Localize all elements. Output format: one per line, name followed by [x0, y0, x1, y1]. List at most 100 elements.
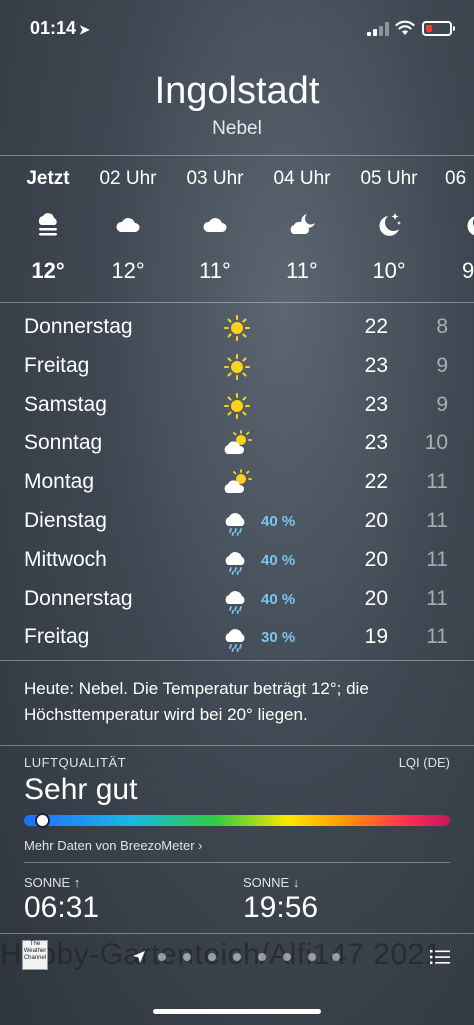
precip-chance: 30 %: [261, 629, 296, 646]
hour-temp: 11°: [199, 258, 231, 283]
wifi-icon: [395, 20, 415, 35]
high-temp: 23: [364, 393, 388, 416]
battery-icon: [422, 21, 455, 36]
status-time-text: 01:14: [30, 18, 77, 38]
divider: [0, 933, 474, 934]
hour-label: 02 Uhr: [99, 168, 157, 189]
cloud-icon: [88, 210, 168, 240]
low-temp: 11: [426, 587, 448, 610]
divider: [24, 862, 450, 863]
page-dot: [208, 953, 216, 961]
partly-cloudy-icon: [223, 430, 252, 455]
high-temp: 22: [364, 315, 388, 338]
air-quality-label: LUFTQUALITÄT: [24, 755, 127, 770]
air-quality-value: Sehr gut: [24, 773, 138, 806]
page-dot: [308, 953, 316, 961]
daily-row: Mittwoch 40 % 20 11: [24, 542, 454, 580]
rain-icon: [224, 590, 246, 614]
city-name: Ingolstadt: [154, 70, 320, 112]
daily-row: Donnerstag 22 8: [24, 309, 454, 347]
day-name: Freitag: [24, 625, 90, 648]
cloud-moon-icon: [262, 210, 342, 240]
hour-temp: 12°: [31, 258, 65, 283]
low-temp: 11: [426, 625, 448, 648]
low-temp: 11: [426, 548, 448, 571]
day-name: Donnerstag: [24, 315, 133, 338]
day-name: Donnerstag: [24, 587, 133, 610]
daily-row: Freitag 23 9: [24, 348, 454, 386]
high-temp: 23: [364, 354, 388, 377]
cellular-signal-icon: [367, 22, 389, 36]
list-icon[interactable]: [430, 950, 450, 964]
sun-icon: [224, 354, 250, 380]
hour-temp: 12°: [111, 258, 145, 283]
precip-chance: 40 %: [261, 513, 296, 530]
location-arrow-icon: ➤: [79, 22, 90, 37]
page-dot: [332, 953, 340, 961]
high-temp: 20: [364, 509, 388, 532]
location-arrow-icon: [133, 951, 145, 963]
moon-icon: [436, 210, 474, 240]
page-dot: [233, 953, 241, 961]
low-temp: 10: [424, 431, 448, 454]
weather-channel-logo[interactable]: The Weather Channel: [22, 940, 48, 970]
divider: [0, 660, 474, 661]
partly-cloudy-icon: [223, 469, 252, 494]
hour-label: 03 Uhr: [186, 168, 244, 189]
home-indicator[interactable]: [153, 1009, 321, 1014]
hour-temp: 10°: [372, 258, 406, 283]
hour-label: Jetzt: [26, 168, 70, 189]
rain-icon: [224, 551, 246, 575]
daily-row: Sonntag 23 10: [24, 425, 454, 463]
day-name: Sonntag: [24, 431, 103, 454]
low-temp: 9: [436, 354, 448, 377]
sunrise-label: SONNE ↑: [24, 875, 81, 890]
status-time: 01:14 ➤: [30, 18, 90, 39]
daily-row: Dienstag 40 % 20 11: [24, 503, 454, 541]
hour-item: 02 Uhr 12°: [88, 168, 168, 284]
hour-temp: 11°: [286, 258, 318, 283]
hour-temp: 9: [462, 258, 474, 283]
day-name: Freitag: [24, 354, 90, 377]
high-temp: 19: [364, 625, 388, 648]
page-dot: [158, 953, 166, 961]
hour-item: 04 Uhr 11°: [262, 168, 342, 284]
low-temp: 11: [426, 470, 448, 493]
sun-icon: [224, 393, 250, 419]
daily-row: Montag 22 11: [24, 464, 454, 502]
hour-item: Jetzt 12°: [8, 168, 88, 284]
day-name: Montag: [24, 470, 95, 493]
divider: [0, 302, 474, 303]
page-dot: [283, 953, 291, 961]
cloud-icon: [175, 210, 255, 240]
high-temp: 22: [364, 470, 388, 493]
hour-label: 06: [445, 168, 467, 189]
divider: [0, 155, 474, 156]
sun-icon: [224, 315, 250, 341]
hour-item: 03 Uhr 11°: [175, 168, 255, 284]
sunset-label: SONNE ↓: [243, 875, 300, 890]
sunrise-time: 06:31: [24, 891, 100, 924]
rain-icon: [224, 512, 246, 536]
fog-icon: [8, 210, 88, 240]
precip-chance: 40 %: [261, 552, 296, 569]
page-dot: [183, 953, 191, 961]
hour-item: 05 Uhr 10°: [349, 168, 429, 284]
daily-row: Samstag 23 9: [24, 387, 454, 425]
day-name: Samstag: [24, 393, 107, 416]
rain-icon: [224, 628, 246, 652]
high-temp: 20: [364, 587, 388, 610]
daily-row: Donnerstag 40 % 20 11: [24, 581, 454, 619]
weather-summary: Heute: Nebel. Die Temperatur beträgt 12°…: [24, 679, 369, 724]
air-quality-index-name: LQI (DE): [398, 755, 450, 770]
hour-label: 04 Uhr: [273, 168, 331, 189]
day-name: Mittwoch: [24, 548, 107, 571]
low-temp: 9: [436, 393, 448, 416]
hour-label: 05 Uhr: [360, 168, 418, 189]
air-quality-scale: [24, 815, 450, 826]
divider: [0, 745, 474, 746]
page-indicator[interactable]: [132, 950, 342, 964]
breezometer-link[interactable]: Mehr Daten von BreezoMeter ›: [24, 838, 202, 853]
precip-chance: 40 %: [261, 591, 296, 608]
low-temp: 8: [436, 315, 448, 338]
